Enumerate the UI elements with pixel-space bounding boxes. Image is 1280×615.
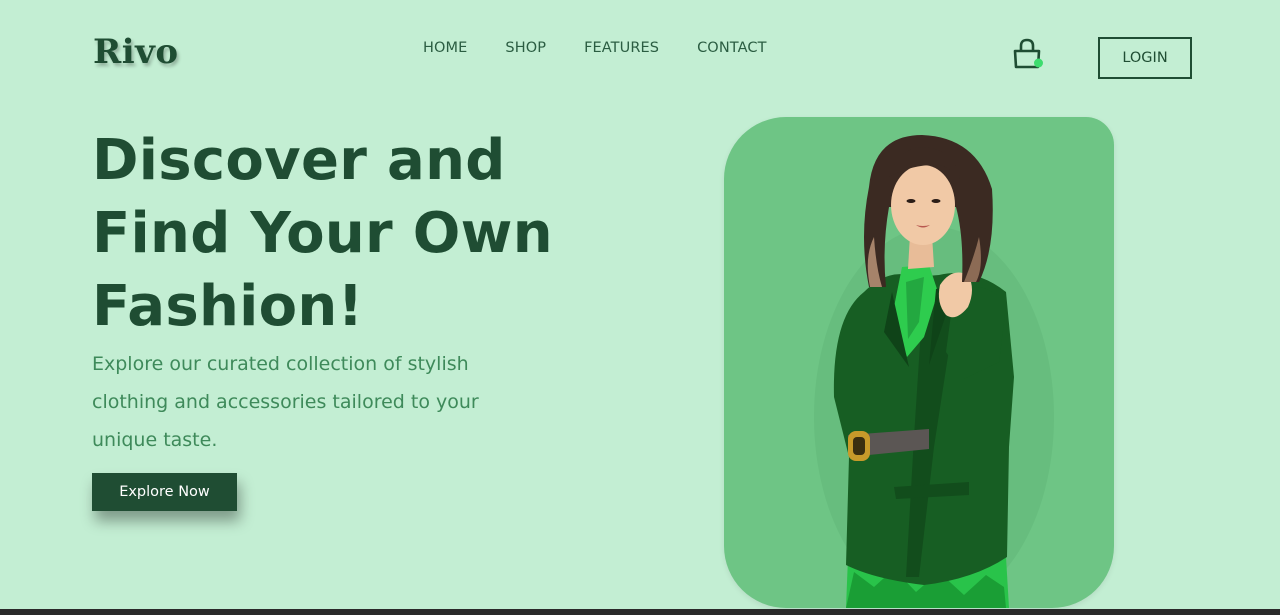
nav-item-home[interactable]: HOME <box>423 40 467 56</box>
cart-button[interactable] <box>1011 37 1045 71</box>
login-button[interactable]: LOGIN <box>1098 37 1192 79</box>
main-nav: HOME SHOP FEATURES CONTACT <box>423 40 805 56</box>
description-line-2: clothing and accessories tailored to you… <box>92 391 479 413</box>
brand-logo[interactable]: Rivo <box>93 32 179 72</box>
description-line-3: unique taste. <box>92 429 218 451</box>
nav-item-features[interactable]: FEATURES <box>584 40 659 56</box>
hero-description: Explore our curated collection of stylis… <box>92 345 512 459</box>
headline-line-1: Discover and <box>92 128 506 193</box>
bottom-divider <box>0 609 1280 615</box>
headline-line-2: Find Your Own <box>92 201 553 266</box>
landing-page: Rivo HOME SHOP FEATURES CONTACT LOGIN Di… <box>0 0 1280 615</box>
headline-line-3: Fashion! <box>92 274 364 339</box>
fashion-model-image <box>814 135 1054 608</box>
explore-now-button[interactable]: Explore Now <box>92 473 237 511</box>
nav-item-contact[interactable]: CONTACT <box>697 40 766 56</box>
shopping-bag-icon <box>1013 38 1043 69</box>
cart-indicator-dot <box>1034 58 1043 68</box>
nav-item-shop[interactable]: SHOP <box>505 40 546 56</box>
description-line-1: Explore our curated collection of stylis… <box>92 353 469 375</box>
hero-image-card <box>724 117 1114 608</box>
hero-headline: Discover and Find Your Own Fashion! <box>92 124 612 343</box>
